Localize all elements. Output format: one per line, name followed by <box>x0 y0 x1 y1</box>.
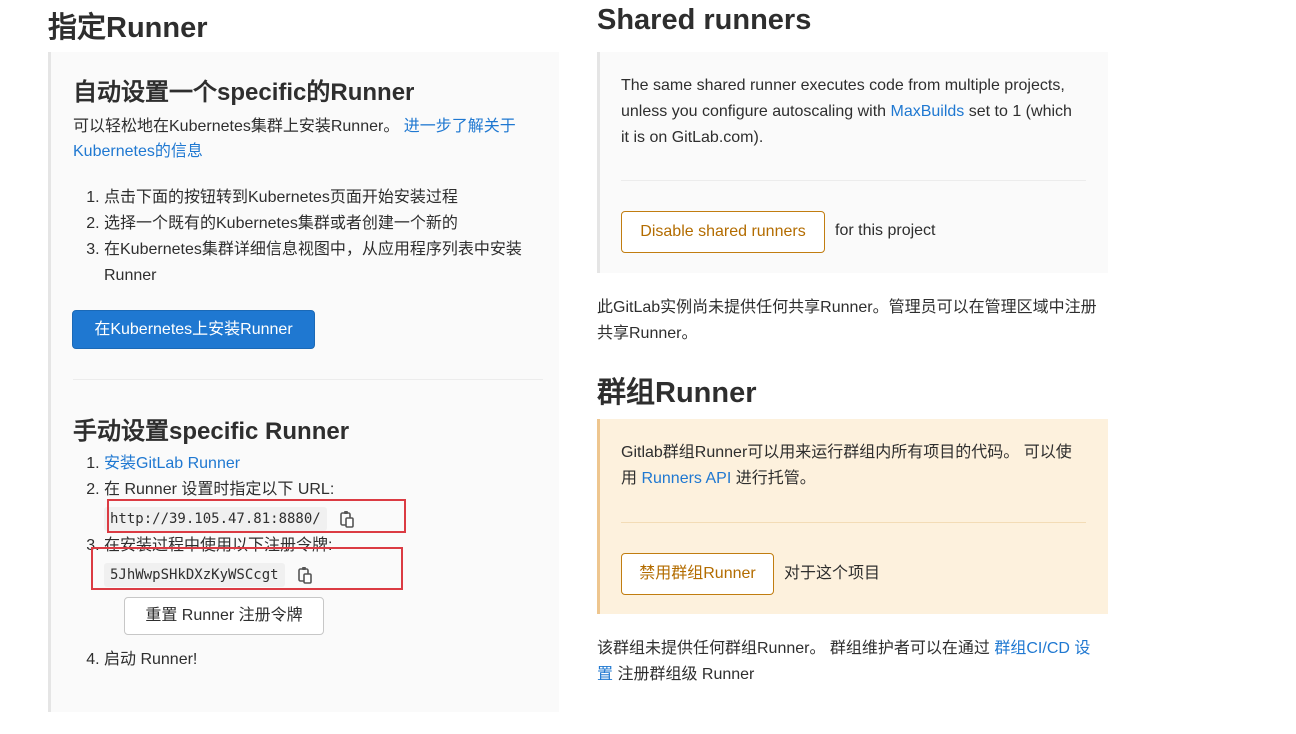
auto-setup-steps: 点击下面的按钮转到Kubernetes页面开始安装过程 选择一个既有的Kuber… <box>54 185 544 289</box>
group-runners-description: Gitlab群组Runner可以用来运行群组内所有项目的代码。 可以使用 Run… <box>621 440 1086 492</box>
section-divider <box>73 379 543 380</box>
group-runners-panel: Gitlab群组Runner可以用来运行群组内所有项目的代码。 可以使用 Run… <box>597 419 1108 614</box>
token-highlight-box <box>91 547 403 590</box>
for-this-project-group-label: 对于这个项目 <box>784 565 881 582</box>
shared-runners-title: Shared runners <box>597 4 812 36</box>
shared-runners-description: The same shared runner executes code fro… <box>621 73 1076 151</box>
group-desc-text-end: 进行托管。 <box>731 470 816 487</box>
group-note-text: 该群组未提供任何群组Runner。 群组维护者可以在通过 <box>597 640 995 657</box>
auto-step-3: 在Kubernetes集群详细信息视图中，从应用程序列表中安装Runner <box>104 237 544 289</box>
specific-runners-title: 指定Runner <box>48 12 208 44</box>
install-gitlab-runner-link[interactable]: 安装GitLab Runner <box>104 455 240 472</box>
install-on-kubernetes-button[interactable]: 在Kubernetes上安装Runner <box>72 310 315 349</box>
auto-step-2: 选择一个既有的Kubernetes集群或者创建一个新的 <box>104 211 544 237</box>
reset-registration-token-button[interactable]: 重置 Runner 注册令牌 <box>124 597 324 635</box>
manual-setup-steps-cont: 启动 Runner! <box>54 647 544 673</box>
manual-step-1: 安装GitLab Runner <box>104 451 544 477</box>
group-divider <box>621 522 1086 523</box>
shared-runners-panel: The same shared runner executes code fro… <box>597 52 1108 273</box>
auto-setup-intro-text: 可以轻松地在Kubernetes集群上安装Runner。 <box>73 118 400 135</box>
disable-group-runners-button[interactable]: 禁用群组Runner <box>621 553 774 595</box>
auto-step-1: 点击下面的按钮转到Kubernetes页面开始安装过程 <box>104 185 544 211</box>
group-note-text-end: 注册群组级 Runner <box>613 666 755 683</box>
group-runners-title: 群组Runner <box>597 377 757 409</box>
manual-setup-heading: 手动设置specific Runner <box>73 418 350 445</box>
group-runners-note: 该群组未提供任何群组Runner。 群组维护者可以在通过 群组CI/CD 设置 … <box>597 636 1097 688</box>
shared-runners-note: 此GitLab实例尚未提供任何共享Runner。管理员可以在管理区域中注册共享R… <box>597 299 1097 342</box>
disable-shared-runners-button[interactable]: Disable shared runners <box>621 211 825 253</box>
shared-divider <box>621 180 1086 181</box>
for-this-project-label: for this project <box>835 222 936 239</box>
maxbuilds-link[interactable]: MaxBuilds <box>891 103 965 120</box>
auto-setup-heading: 自动设置一个specific的Runner <box>73 79 415 106</box>
manual-step-2-text: 在 Runner 设置时指定以下 URL: <box>104 481 335 498</box>
url-highlight-box <box>107 499 406 533</box>
manual-step-4: 启动 Runner! <box>104 647 544 673</box>
auto-setup-intro: 可以轻松地在Kubernetes集群上安装Runner。 进一步了解关于Kube… <box>73 114 543 164</box>
runners-api-link[interactable]: Runners API <box>641 470 731 487</box>
specific-runner-panel: 自动设置一个specific的Runner 可以轻松地在Kubernetes集群… <box>48 52 559 712</box>
